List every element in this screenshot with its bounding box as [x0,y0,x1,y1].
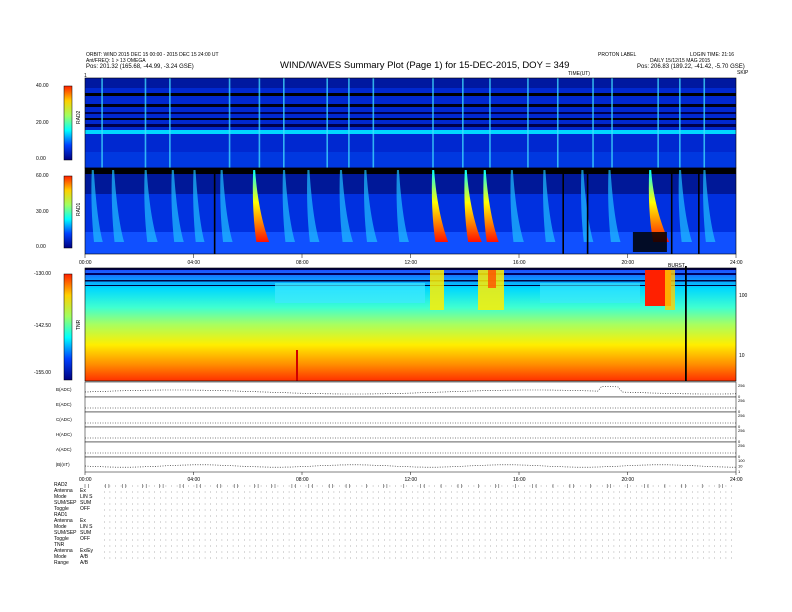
rad2-colorbar [63,85,73,161]
rad2-tick-mid: 20.00 [36,120,49,126]
line-panel-frame [84,411,737,428]
tnr-right-tick-100: 100 [739,293,748,299]
line-panel-frame [84,381,737,398]
bottom-x-tick-label: 08:00 [296,477,309,483]
rad2-streak [527,78,529,168]
rad2-streak [101,78,103,168]
rad2-streak [611,78,613,168]
line-panel-right-tick: 256 [738,413,745,418]
rad2-panel [85,78,736,168]
rad2-streak [556,78,559,168]
line-panel-right-tick: 256 [738,398,745,403]
line-panel-frame [84,426,737,443]
rad1-x-tick-label: 24:00 [730,260,743,266]
rad2-tick-top: 40.00 [36,83,49,89]
rad1-x-tick-label: 04:00 [188,260,201,266]
rad2-streak [283,78,285,168]
line-panel-label: E(ADC) [56,402,72,407]
rad2-tick-bottom: 0.00 [36,156,46,162]
bottom-info-value: OFF [80,536,90,542]
bottom-info-row: Range A/B [54,560,88,566]
bottom-x-tick-label: 24:00 [730,477,743,483]
line-panel-frame [84,396,737,413]
line-panel-label: H(ADC) [56,432,72,437]
line-panel-right-tick: 10 [738,464,743,469]
bottom-x-tick-label: 16:00 [513,477,526,483]
line-panel-right-tick: 1 [738,469,741,474]
line-panel-label: C(ADC) [56,417,72,422]
rad2-streak [679,78,681,168]
rad1-data-gap [213,168,216,254]
line-panel-label: B(ADC) [56,387,72,392]
tnr-tick-bottom: -155.00 [34,370,51,376]
rad2-streak [489,78,491,168]
summary-plot: 00:00 04:00 08:00 12:00 16:00 20:00 24:00 B(AD… [56,77,745,559]
rad2-streak [592,78,594,168]
bottom-x-tick-label: 04:00 [188,477,201,483]
bottom-info-value: A/B [80,560,89,566]
rad1-data-gap [670,168,673,254]
tnr-colorbar [63,273,73,381]
line-panel-right-tick: 256 [738,443,745,448]
tnr-ylabel: TNR [76,319,82,330]
rad1-colorbar [63,175,73,249]
rad1-ylabel: RAD1 [76,202,82,216]
rad1-tick-top: 60.00 [36,173,49,179]
rad1-low-freq-gap [632,232,667,252]
rad1-data-gap [586,168,589,254]
rad2-streak [169,78,171,168]
rad1-x-tick-label: 16:00 [513,260,526,266]
rad1-tick-bottom: 0.00 [36,244,46,250]
rad2-streak [348,78,350,168]
tnr-panel [85,266,736,381]
line-panel-frame [84,441,737,458]
rad1-x-tick-label: 20:00 [622,260,635,266]
rad2-streak [144,78,147,168]
rad2-streak [372,78,375,168]
rad1-x-tick-label: 12:00 [405,260,418,266]
rad2-streak [657,78,659,168]
burst-annotation: BURST [668,263,685,269]
rad1-x-tick-label: 00:00 [79,260,92,266]
tnr-right-tick-10: 10 [739,353,745,359]
rad1-data-gap [562,168,564,254]
rad2-streak [703,78,706,168]
rad1-panel [85,168,736,254]
tnr-tick-mid: -142.50 [34,323,51,329]
rad2-ylabel: RAD2 [76,110,82,124]
line-panel-right-tick: 256 [738,383,745,388]
bottom-x-tick-label: 12:00 [405,477,418,483]
bottom-x-tick-label: 00:00 [79,477,92,483]
bottom-info-value: OFF [80,506,90,512]
line-panel-label: |B|(nT) [56,462,70,467]
line-panel-label: A(ADC) [56,447,72,452]
rad2-streak [462,78,464,168]
rad2-streak [258,78,261,168]
rad1-tick-mid: 30.00 [36,209,49,215]
rad2-streak [432,78,434,168]
rad1-x-tick-label: 08:00 [296,260,309,266]
tnr-tick-top: -130.00 [34,271,51,277]
rad2-streak [228,78,231,168]
bottom-info-key: Range [54,560,69,566]
rad2-streak [326,78,329,168]
line-panel-right-tick: 100 [738,458,745,463]
bottom-x-tick-label: 20:00 [622,477,635,483]
line-panel-right-tick: 256 [738,428,745,433]
line-panel-frame [84,456,737,473]
rad1-data-gap [698,168,700,254]
